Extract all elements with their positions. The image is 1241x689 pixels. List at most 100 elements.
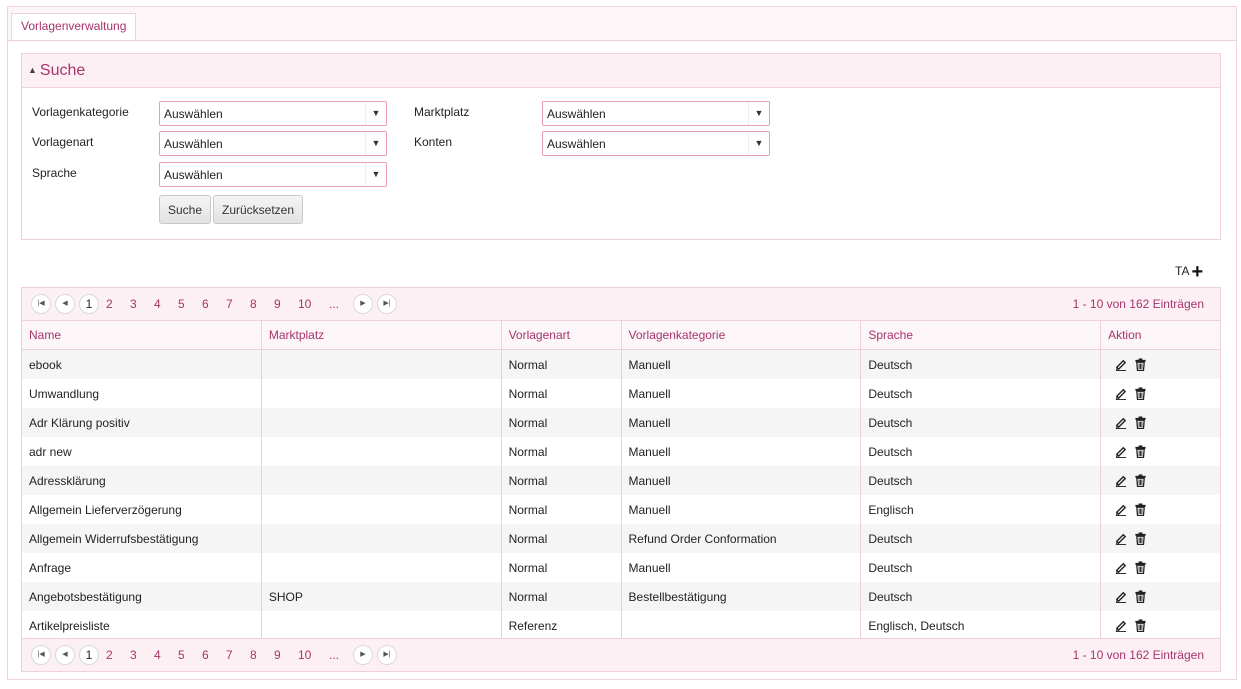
first-page-icon[interactable]: |◀ (31, 645, 51, 665)
ta-add-action[interactable]: TA + (1175, 261, 1203, 284)
table-cell (261, 495, 502, 524)
table-row[interactable]: adr new Normal Manuell Deutsch (22, 437, 1220, 466)
table-row[interactable]: Allgemein Widerrufsbestätigung Normal Refu… (22, 524, 1220, 553)
page-link[interactable]: 3 (130, 648, 137, 662)
table-row[interactable]: Umwandlung Normal Manuell Deutsch (22, 379, 1220, 408)
page-link[interactable]: 2 (106, 648, 113, 662)
edit-icon[interactable] (1114, 358, 1127, 371)
edit-icon[interactable] (1114, 387, 1127, 400)
page-link[interactable]: 10 (298, 648, 311, 662)
trash-icon[interactable] (1134, 502, 1147, 516)
prev-page-icon[interactable]: ◀ (55, 645, 75, 665)
collapse-triangle-icon[interactable]: ▲ (28, 65, 37, 75)
dropdown-arrow-icon[interactable]: ▼ (365, 102, 386, 125)
trash-icon[interactable] (1134, 618, 1147, 632)
table-cell (261, 379, 502, 408)
last-page-icon[interactable]: ▶| (377, 294, 397, 314)
page-link[interactable]: 8 (250, 297, 257, 311)
page-link[interactable]: 7 (226, 648, 233, 662)
table-row[interactable]: Adr Klärung positiv Normal Manuell Deutsch (22, 408, 1220, 437)
action-cell (1101, 437, 1220, 466)
trash-icon[interactable] (1134, 473, 1147, 487)
select-value: Auswählen (547, 107, 606, 121)
page-link[interactable]: 5 (178, 297, 185, 311)
label-marktplatz: Marktplatz (414, 105, 470, 119)
page-link[interactable]: 9 (274, 648, 281, 662)
select-vorlagenkategorie[interactable]: Auswählen ▼ (159, 101, 387, 126)
search-panel-header[interactable]: ▲ Suche (22, 54, 1220, 88)
column-header[interactable]: Name (22, 321, 262, 350)
trash-icon[interactable] (1134, 415, 1147, 429)
edit-icon[interactable] (1114, 445, 1127, 458)
select-value: Auswählen (164, 107, 223, 121)
trash-icon[interactable] (1134, 560, 1147, 574)
table-cell: Deutsch (860, 349, 1102, 379)
prev-page-icon[interactable]: ◀ (55, 294, 75, 314)
tab-vorlagenverwaltung[interactable]: Vorlagenverwaltung (11, 13, 137, 40)
table-cell: Deutsch (860, 408, 1102, 437)
first-page-icon[interactable]: |◀ (31, 294, 51, 314)
trash-icon[interactable] (1134, 589, 1147, 603)
trash-icon[interactable] (1134, 531, 1147, 545)
select-sprache[interactable]: Auswählen ▼ (159, 162, 387, 187)
edit-icon[interactable] (1114, 532, 1127, 545)
table-row[interactable]: Adressklärung Normal Manuell Deutsch (22, 466, 1220, 495)
page-link[interactable]: 3 (130, 297, 137, 311)
page-link[interactable]: ... (329, 648, 339, 662)
table-cell (261, 408, 502, 437)
action-cell (1100, 582, 1220, 611)
table-cell (261, 349, 502, 379)
table-row[interactable]: Allgemein Lieferverzögerung Normal Manuell… (22, 495, 1220, 524)
edit-icon[interactable] (1114, 416, 1127, 429)
last-page-icon[interactable]: ▶| (377, 645, 397, 665)
page-link[interactable]: 7 (226, 297, 233, 311)
dropdown-arrow-icon[interactable]: ▼ (365, 163, 386, 186)
column-header[interactable]: Marktplatz (261, 321, 502, 350)
page-link[interactable]: 4 (154, 297, 161, 311)
page-link[interactable]: 10 (298, 297, 311, 311)
edit-icon[interactable] (1114, 474, 1127, 487)
edit-icon[interactable] (1114, 503, 1127, 516)
page-link[interactable]: 2 (106, 297, 113, 311)
select-vorlagenart[interactable]: Auswählen ▼ (159, 131, 387, 156)
select-konten[interactable]: Auswählen ▼ (542, 131, 770, 156)
table-cell: Deutsch (860, 379, 1102, 408)
page-link[interactable]: 1 (79, 645, 99, 665)
edit-icon[interactable] (1114, 561, 1127, 574)
column-header[interactable]: Vorlagenkategorie (621, 321, 862, 350)
page-link[interactable]: 4 (154, 648, 161, 662)
table-row[interactable]: ebook Normal Manuell Deutsch (22, 349, 1220, 379)
table-cell (261, 553, 502, 582)
column-header[interactable]: Sprache (860, 321, 1102, 350)
dropdown-arrow-icon[interactable]: ▼ (748, 132, 769, 155)
table-cell: Deutsch (860, 582, 1102, 611)
table-row[interactable]: Artikelpreisliste Referenz Englisch, Deuts… (22, 611, 1220, 640)
page-link[interactable]: 8 (250, 648, 257, 662)
select-marktplatz[interactable]: Auswählen ▼ (542, 101, 770, 126)
page-link[interactable]: 9 (274, 297, 281, 311)
plus-icon[interactable]: + (1191, 261, 1203, 283)
trash-icon[interactable] (1134, 357, 1147, 371)
page-link[interactable]: 5 (178, 648, 185, 662)
next-page-icon[interactable]: ▶ (353, 294, 373, 314)
dropdown-arrow-icon[interactable]: ▼ (748, 102, 769, 125)
trash-icon[interactable] (1134, 386, 1147, 400)
edit-icon[interactable] (1114, 619, 1127, 632)
search-button[interactable]: Suche (159, 195, 211, 224)
page-link[interactable]: 1 (79, 294, 99, 314)
table-row[interactable]: Angebotsbestätigung SHOP Normal Bestellbest… (22, 582, 1220, 611)
reset-button[interactable]: Zurücksetzen (213, 195, 303, 224)
table-cell: Deutsch (860, 553, 1102, 582)
table-row[interactable]: Anfrage Normal Manuell Deutsch (22, 553, 1220, 582)
dropdown-arrow-icon[interactable]: ▼ (365, 132, 386, 155)
trash-icon[interactable] (1134, 444, 1147, 458)
column-header[interactable]: Vorlagenart (501, 321, 622, 350)
next-page-icon[interactable]: ▶ (353, 645, 373, 665)
column-header[interactable]: Aktion (1100, 321, 1220, 350)
table-cell: Refund Order Conformation (621, 524, 862, 553)
edit-icon[interactable] (1114, 590, 1127, 603)
page-link[interactable]: 6 (202, 648, 209, 662)
action-cell (1101, 553, 1220, 582)
page-link[interactable]: ... (329, 297, 339, 311)
page-link[interactable]: 6 (202, 297, 209, 311)
